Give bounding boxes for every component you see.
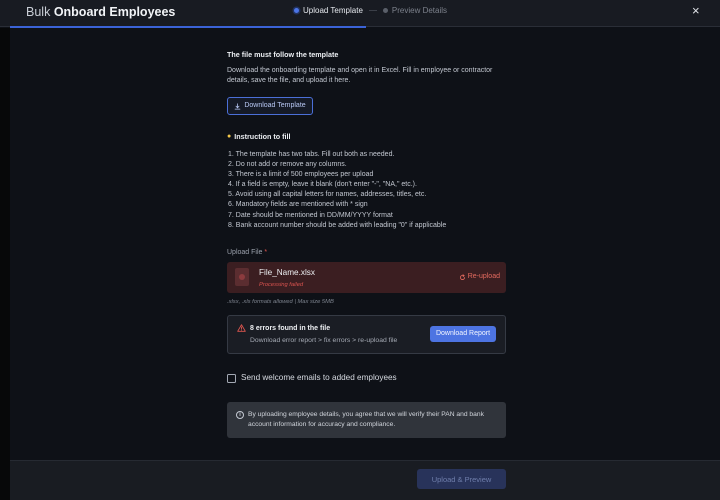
- instruction-item: 1. The template has two tabs. Fill out b…: [228, 151, 395, 158]
- refresh-icon: [459, 273, 465, 280]
- instructions-header: ● Instruction to fill: [227, 132, 291, 142]
- error-description: Download error report > fix errors > re-…: [250, 337, 398, 344]
- instruction-item: 4. If a field is empty, leave it blank (…: [228, 181, 417, 189]
- template-description: Download the onboarding template and ope…: [227, 67, 493, 84]
- upload-preview-button[interactable]: Upload & Preview: [417, 469, 506, 489]
- error-title: 8 errors found in the file: [250, 325, 331, 332]
- warning-icon: [237, 324, 246, 332]
- download-icon: [234, 102, 241, 110]
- step-active-dot: [294, 8, 299, 13]
- required-mark: *: [264, 249, 268, 256]
- file-icon: [235, 268, 249, 286]
- step-upload-template[interactable]: Upload Template: [294, 6, 363, 15]
- step-separator: [368, 10, 377, 11]
- download-report-button[interactable]: Download Report: [430, 326, 496, 342]
- info-icon: i: [236, 411, 244, 419]
- instruction-item: 6. Mandatory fields are mentioned with *…: [228, 201, 368, 209]
- step-label: Preview Details: [391, 6, 448, 15]
- download-template-button[interactable]: Download Template: [227, 97, 313, 115]
- close-icon[interactable]: ×: [692, 4, 700, 17]
- stepper: Upload Template Preview Details: [294, 6, 447, 15]
- consent-note: i By uploading employee details, you agr…: [227, 402, 506, 438]
- formats-note: .xlsx, .xls formats allowed | Max size 5…: [227, 299, 334, 305]
- file-name: File_Name.xlsx: [259, 268, 315, 277]
- consent-note-text: By uploading employee details, you agree…: [248, 411, 484, 428]
- lightbulb-icon: ●: [227, 133, 232, 140]
- modal-header: Bulk Onboard Employees Upload Template P…: [0, 0, 720, 27]
- download-template-label: Download Template: [244, 102, 306, 109]
- reupload-label: Re-upload: [467, 273, 500, 280]
- step-inactive-dot: [382, 8, 388, 13]
- instruction-item: 2. Do not add or remove any columns.: [228, 161, 347, 169]
- instruction-item: 7. Date should be mentioned in DD/MM/YYY…: [228, 211, 393, 219]
- welcome-email-checkbox[interactable]: [227, 373, 236, 383]
- instruction-item: 8. Bank account number should be added w…: [228, 221, 447, 229]
- step-label: Upload Template: [303, 6, 363, 15]
- left-shade: [0, 28, 10, 500]
- uploaded-file-card: File_Name.xlsx Processing failed Re-uplo…: [227, 262, 506, 293]
- welcome-email-option[interactable]: Send welcome emails to added employees: [227, 373, 397, 383]
- step-preview-details[interactable]: Preview Details: [382, 6, 448, 15]
- instructions-list: 1. The template has two tabs. Fill out b…: [228, 150, 508, 231]
- instruction-item: 3. There is a limit of 500 employees per…: [228, 171, 374, 179]
- modal-footer: [10, 460, 720, 500]
- instructions-title: Instruction to fill: [234, 132, 291, 141]
- error-summary: 8 errors found in the file Download erro…: [227, 315, 506, 354]
- reupload-button[interactable]: Re-upload: [459, 272, 500, 282]
- instruction-item: 5. Avoid using all capital letters for n…: [228, 191, 427, 199]
- welcome-email-label: Send welcome emails to added employees: [241, 373, 397, 382]
- modal-title: Bulk Onboard Employees: [26, 5, 176, 19]
- step-progress-bar: [10, 26, 366, 28]
- file-status: Processing failed: [259, 282, 304, 288]
- template-section-title: The file must follow the template: [227, 50, 339, 59]
- upload-file-label: Upload File *: [227, 249, 268, 256]
